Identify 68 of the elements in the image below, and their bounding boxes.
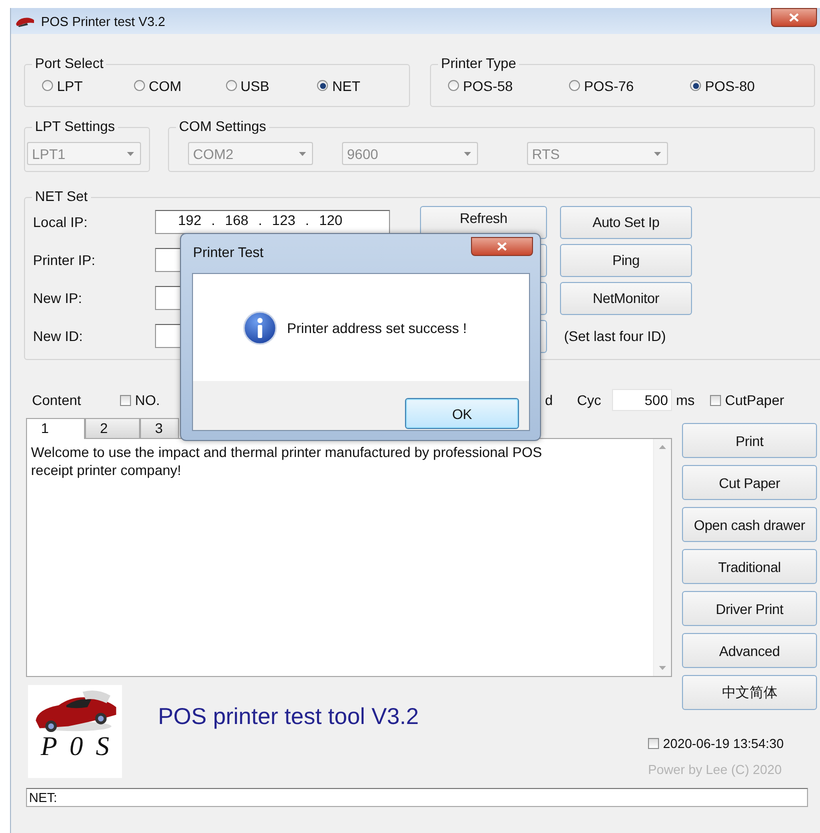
caret-icon [127,152,134,156]
ok-button[interactable]: OK [405,398,519,429]
close-button[interactable] [471,237,533,256]
unit-label: ms [676,392,696,408]
close-icon [789,13,799,22]
field-label: New ID: [32,328,84,344]
dialog-message: Printer address set success ! [287,320,467,336]
close-icon [497,242,507,251]
car-icon [15,15,35,27]
field-label: Local IP: [32,214,88,230]
scrollbar[interactable] [653,439,671,676]
radio-button[interactable]: COM [134,78,226,94]
radio-button[interactable]: LPT [42,78,134,94]
tab[interactable]: 1 [26,418,85,439]
action-button[interactable]: 中文简体 [682,675,817,710]
action-button[interactable]: Cut Paper [682,465,817,500]
field-label: Cyc [577,392,602,408]
radio-dot[interactable] [317,80,328,91]
radio-dot[interactable] [569,80,580,91]
group-title: COM Settings [176,118,270,134]
info-icon [243,310,277,344]
action-button[interactable]: Print [682,423,817,458]
action-button[interactable]: Driver Print [682,591,817,626]
field-label: New IP: [32,290,84,306]
app-title: POS printer test tool V3.2 [158,703,419,731]
caret-icon [299,152,306,156]
scroll-down-icon [659,666,666,670]
text-content: Welcome to use the impact and thermal printer manufactured by professional POS receipt printer company! [31,443,543,479]
radio-button[interactable]: POS-80 [690,78,811,94]
status-field[interactable]: NET: [26,788,808,807]
checkbox[interactable]: 2020-06-19 13:54:30 [648,736,817,751]
group-title: NET Set [32,188,91,204]
radio-dot[interactable] [226,80,236,91]
radio-dot[interactable] [134,80,145,91]
checkbox[interactable]: CutPaper [710,392,820,408]
field-label: d [545,392,554,408]
caret-icon [464,152,471,156]
ip-field[interactable]: 192 . 168 . 123 . 120 [155,210,390,234]
group-title: Printer Type [438,55,520,71]
action-button[interactable]: Open cash drawer [682,507,817,542]
radio-button[interactable]: POS-58 [448,78,569,94]
action-button[interactable]: Advanced [682,633,817,668]
tab[interactable]: 3 [140,418,179,438]
radio-dot[interactable] [42,80,53,91]
dialog-title: Printer Test [193,244,264,260]
radio-button[interactable]: NET [317,78,409,94]
logo-text: P 0 S [40,731,110,762]
text-area[interactable]: Welcome to use the impact and thermal printer manufactured by professional POS receipt printer company! [26,438,672,677]
field-label: Printer IP: [32,252,96,268]
radio-dot[interactable] [448,80,459,91]
hint-text: (Set last four ID) [564,328,666,344]
group-title: Port Select [32,55,106,71]
credit-text: Power by Lee (C) 2020 [648,762,783,777]
tab[interactable]: 2 [85,418,140,438]
action-button[interactable]: Auto Set Ip [560,206,692,238]
radio-button[interactable]: POS-76 [569,78,690,94]
radio-dot[interactable] [690,80,701,91]
window-title: POS Printer test V3.2 [41,14,166,28]
cycle-field[interactable]: 500 [612,389,672,411]
group-title: LPT Settings [32,118,118,134]
action-button[interactable]: Traditional [682,549,817,584]
field-label: Content [32,392,82,408]
scroll-up-icon [659,445,666,449]
radio-button[interactable]: USB [226,78,318,94]
close-button[interactable] [771,8,817,27]
caret-icon [654,152,661,156]
action-button[interactable]: Ping [560,244,692,276]
action-button[interactable]: NetMonitor [560,282,692,314]
